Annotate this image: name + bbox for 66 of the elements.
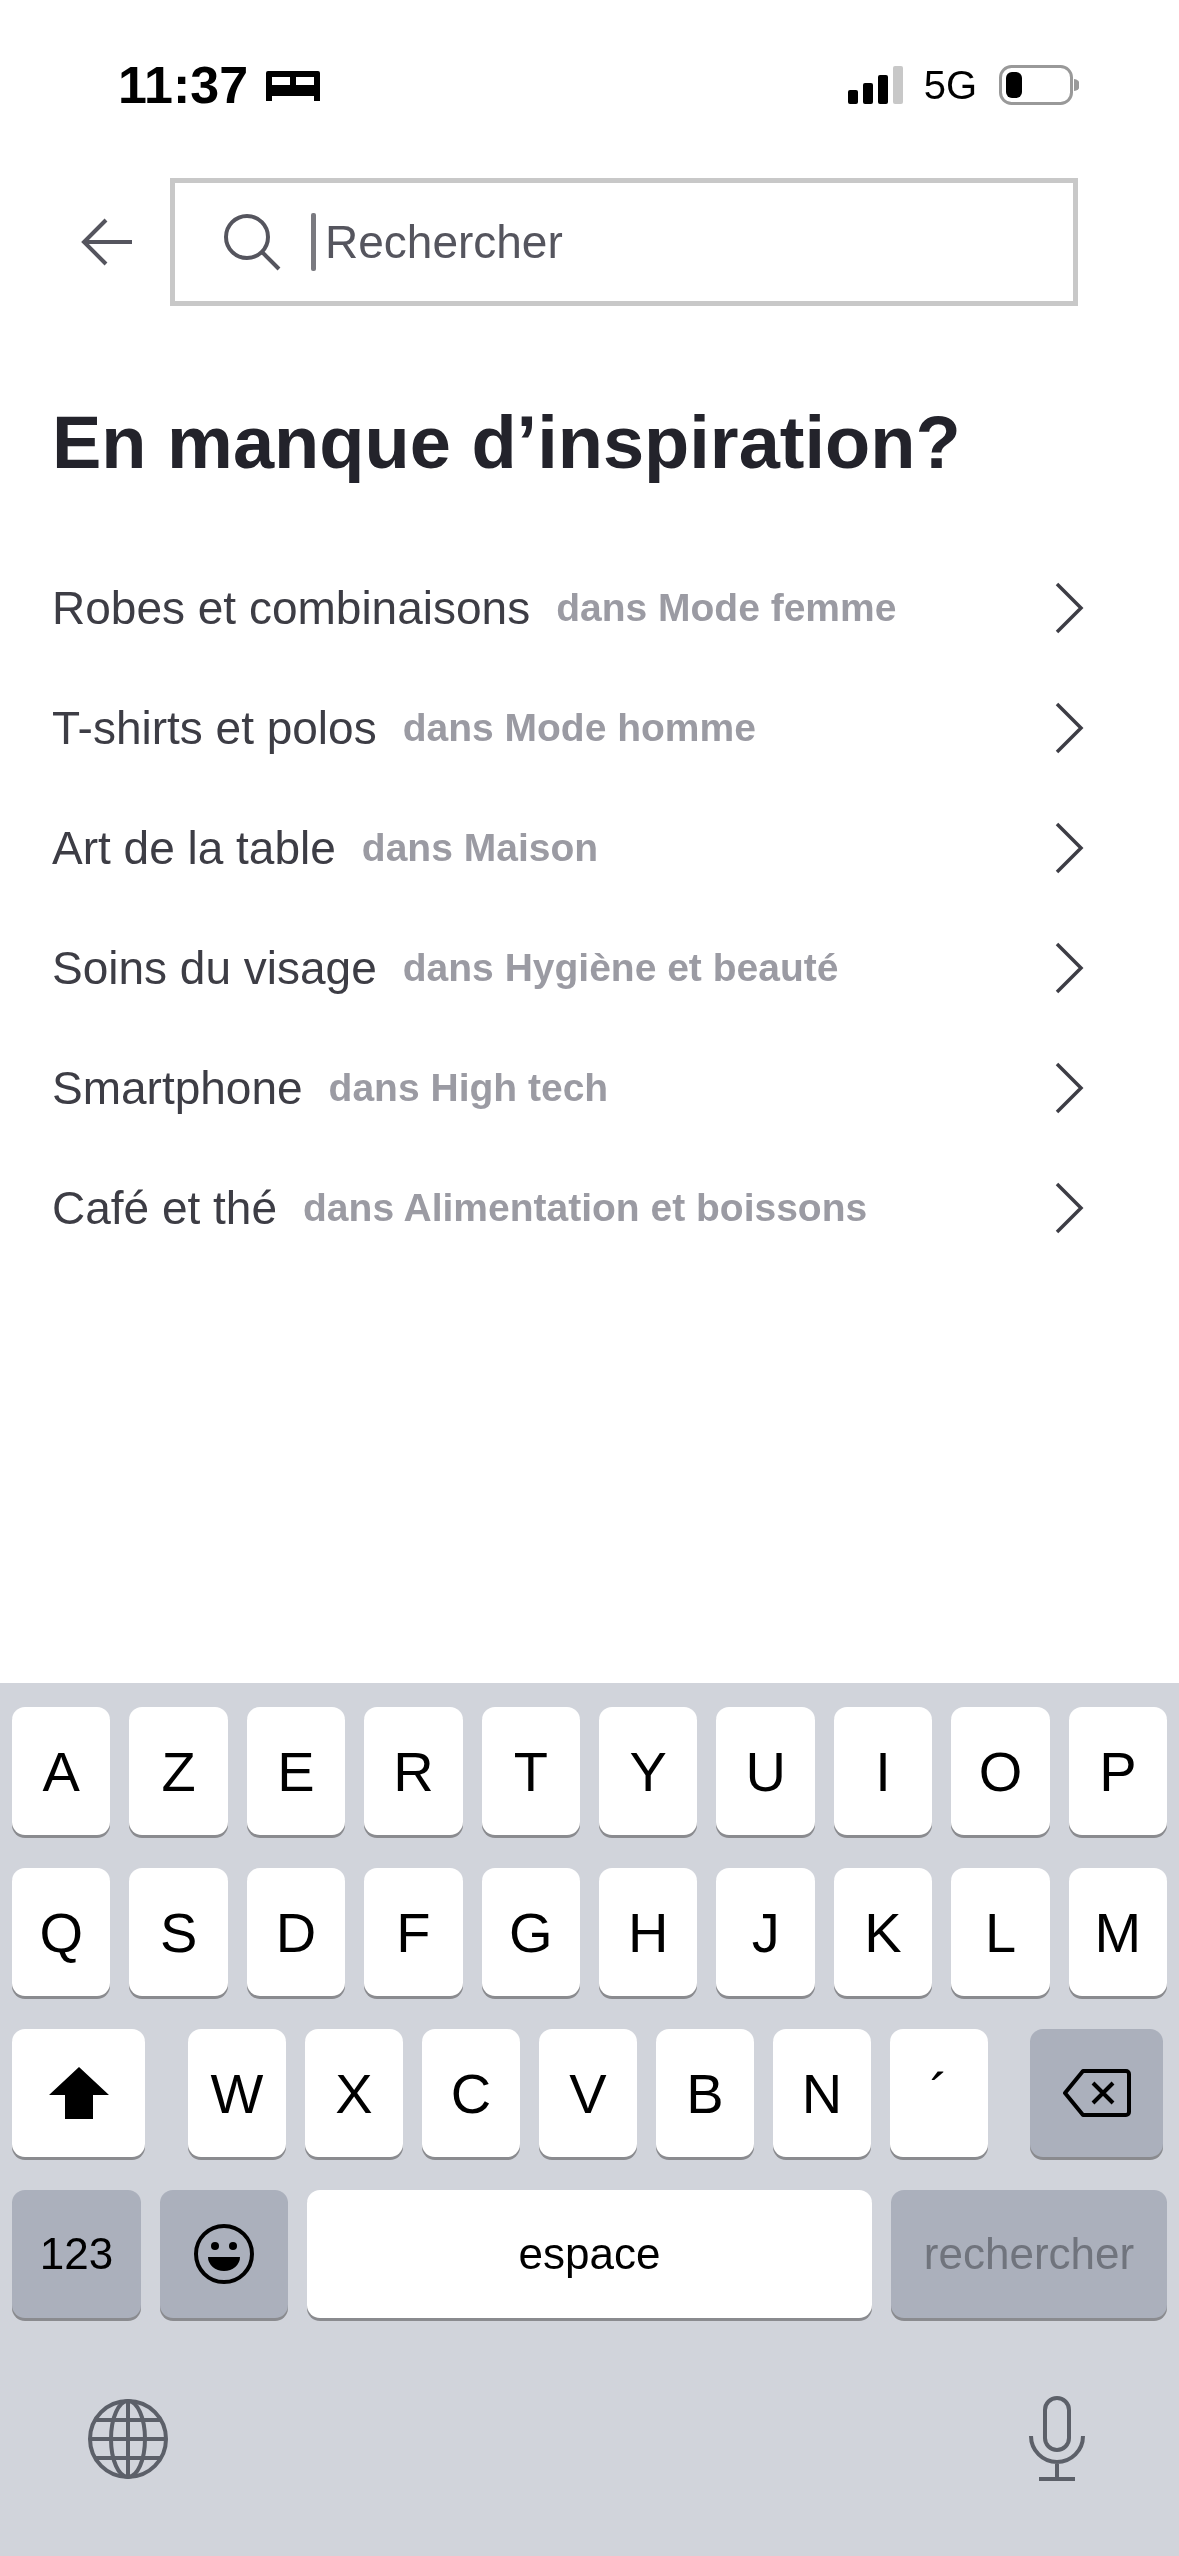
bed-icon [266,69,321,101]
shift-key[interactable] [12,2029,145,2157]
search-field[interactable]: Rechercher [170,178,1078,306]
category-label: dans Maison [361,826,600,870]
letter-key[interactable]: Z [129,1707,228,1835]
numbers-key[interactable]: 123 [12,2190,141,2318]
letter-key[interactable]: Q [12,1868,111,1996]
suggestion-label[interactable]: Smartphone [52,1061,303,1115]
letter-key[interactable]: W [188,2029,286,2157]
microphone-button[interactable] [1027,2396,1087,2482]
letter-key[interactable]: U [716,1707,815,1835]
category-label: dans High tech [328,1066,610,1110]
letter-key[interactable]: K [833,1868,933,1996]
letter-key[interactable]: T [481,1707,581,1835]
suggestion-label[interactable]: Café et thé [52,1181,278,1235]
letter-key[interactable]: E [246,1707,346,1835]
chevron-right-icon[interactable] [1054,821,1084,875]
letter-key[interactable]: ´ [890,2029,988,2157]
suggestion-label[interactable]: Robes et combinaisons [52,581,531,635]
letter-key[interactable]: J [716,1868,815,1996]
letter-key[interactable]: V [539,2029,637,2157]
letter-key[interactable]: P [1068,1707,1168,1835]
category-label: dans Mode femme [556,586,898,630]
letter-key[interactable]: I [833,1707,933,1835]
smiley-icon [193,2223,255,2285]
network-label: 5G [923,62,977,108]
category-label: dans Hygiène et beauté [402,946,840,990]
category-label: dans Alimentation et boissons [303,1186,869,1230]
text-cursor [311,213,316,271]
suggestion-label[interactable]: T-shirts et polos [52,701,377,755]
chevron-right-icon[interactable] [1054,941,1084,995]
category-label: dans Mode homme [402,706,757,750]
letter-key[interactable]: A [12,1707,111,1835]
letter-key[interactable]: S [129,1868,228,1996]
battery-icon [999,65,1079,105]
delete-icon [1062,2068,1131,2118]
letter-key[interactable]: F [364,1868,463,1996]
globe-icon [87,2398,169,2480]
letter-key[interactable]: N [773,2029,871,2157]
letter-key[interactable]: B [656,2029,754,2157]
suggestion-label[interactable]: Art de la table [52,821,336,875]
chevron-right-icon[interactable] [1054,1061,1084,1115]
chevron-right-icon[interactable] [1054,701,1084,755]
chevron-right-icon[interactable] [1054,1181,1084,1235]
delete-key[interactable] [1030,2029,1163,2157]
letter-key[interactable]: C [422,2029,520,2157]
space-key[interactable]: espace [307,2190,872,2318]
letter-key[interactable]: O [951,1707,1050,1835]
letter-key[interactable]: M [1068,1868,1168,1996]
letter-key[interactable]: H [599,1868,698,1996]
globe-button[interactable] [87,2396,169,2482]
letter-key[interactable]: G [481,1868,581,1996]
back-button[interactable] [80,217,134,267]
letter-key[interactable]: Y [599,1707,698,1835]
letter-key[interactable]: X [305,2029,403,2157]
search-icon [222,212,282,272]
letter-key[interactable]: R [364,1707,463,1835]
back-arrow-icon [80,217,134,267]
signal-icon [847,66,904,104]
emoji-key[interactable] [160,2190,288,2318]
suggestion-label[interactable]: Soins du visage [52,941,377,995]
status-time: 11:37 [118,55,249,115]
letter-key[interactable]: L [951,1868,1050,1996]
microphone-icon [1027,2396,1087,2482]
chevron-right-icon[interactable] [1054,581,1084,635]
letter-key[interactable]: D [246,1868,346,1996]
